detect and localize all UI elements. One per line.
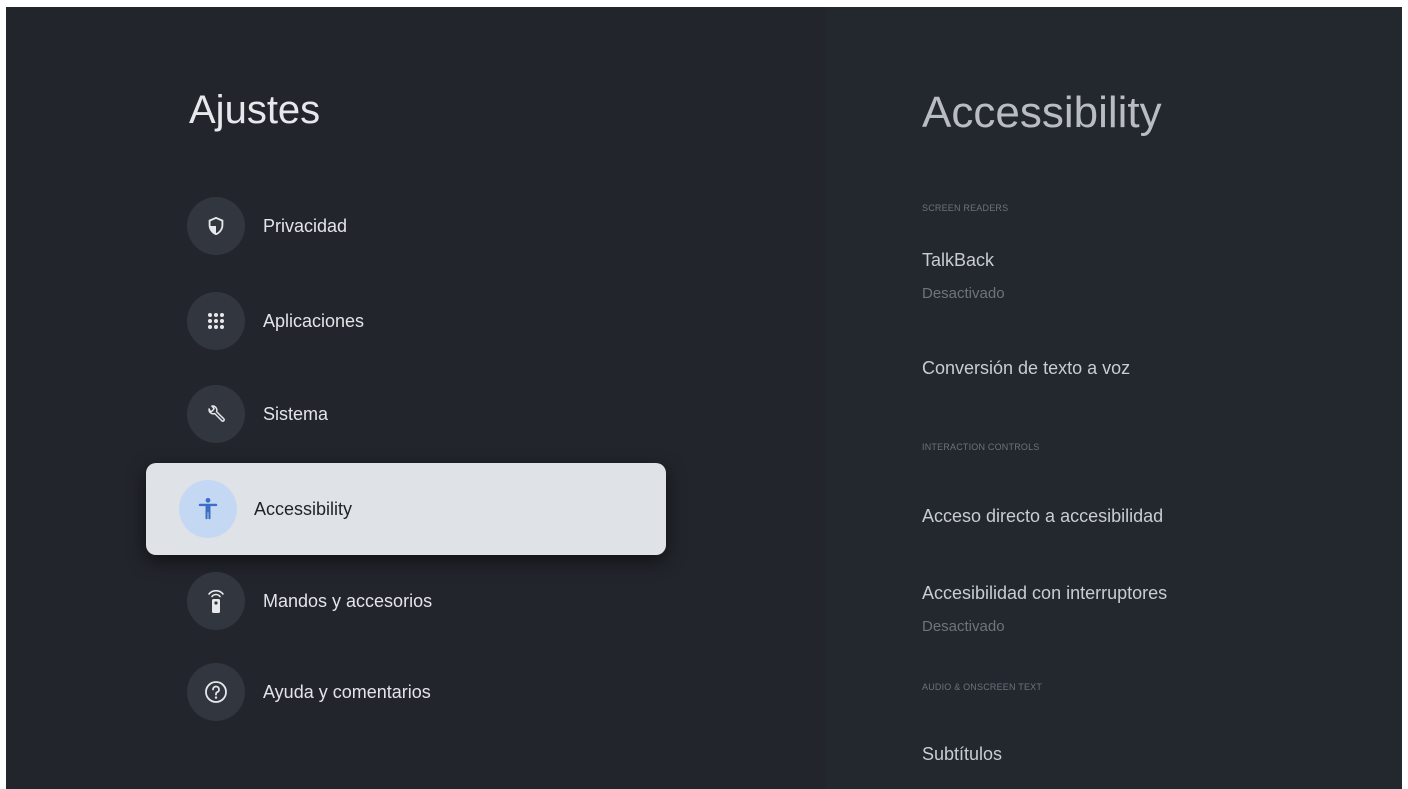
detail-title: Accessibility (922, 88, 1162, 137)
help-icon (187, 663, 245, 721)
menu-item-ayuda-comentarios[interactable]: Ayuda y comentarios (187, 660, 657, 724)
setting-text-to-speech[interactable]: Conversión de texto a voz (922, 358, 1130, 379)
shield-icon (187, 197, 245, 255)
section-header-screen-readers: SCREEN READERS (922, 203, 1009, 213)
menu-item-label: Accessibility (254, 498, 353, 519)
menu-item-label: Mandos y accesorios (263, 590, 433, 611)
settings-title: Ajustes (189, 88, 321, 132)
setting-switch-access[interactable]: Accesibilidad con interruptores (922, 583, 1167, 604)
menu-item-accessibility[interactable]: Accessibility (146, 463, 666, 555)
section-header-interaction-controls: INTERACTION CONTROLS (922, 442, 1040, 452)
menu-item-label: Aplicaciones (263, 310, 365, 331)
setting-talkback[interactable]: TalkBack (922, 250, 994, 271)
setting-subtitles[interactable]: Subtítulos (922, 744, 1002, 765)
wrench-icon (187, 385, 245, 443)
setting-talkback-status: Desactivado (922, 285, 1005, 302)
remote-icon (187, 572, 245, 630)
menu-item-label: Sistema (263, 403, 329, 424)
apps-grid-icon (187, 292, 245, 350)
menu-item-mandos-accesorios[interactable]: Mandos y accesorios (187, 569, 657, 633)
section-header-audio-onscreen-text: AUDIO & ONSCREEN TEXT (922, 682, 1043, 692)
setting-switch-access-status: Desactivado (922, 618, 1005, 635)
menu-item-label: Ayuda y comentarios (263, 681, 431, 702)
menu-item-privacidad[interactable]: Privacidad (187, 194, 657, 258)
menu-item-aplicaciones[interactable]: Aplicaciones (187, 289, 657, 353)
menu-item-sistema[interactable]: Sistema (187, 382, 657, 446)
menu-item-label: Privacidad (263, 215, 348, 236)
setting-accessibility-shortcut[interactable]: Acceso directo a accesibilidad (922, 506, 1163, 527)
accessibility-icon (179, 480, 237, 538)
